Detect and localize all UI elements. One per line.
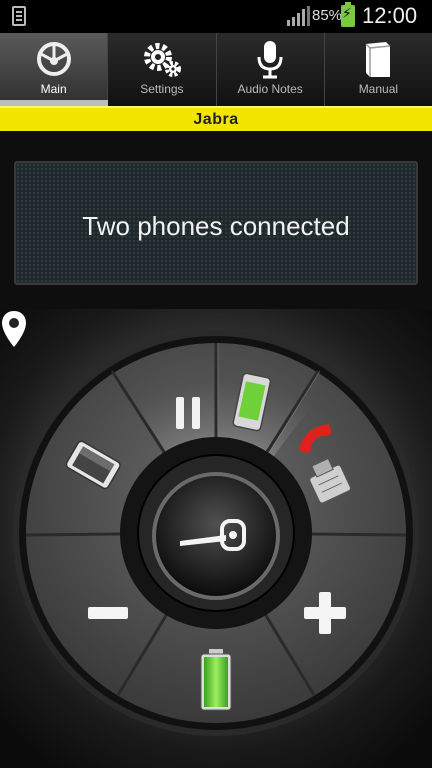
battery-percent: 85% bbox=[312, 7, 343, 24]
status-bar: 85% 12:00 bbox=[0, 0, 432, 33]
location-icon[interactable] bbox=[0, 309, 28, 349]
headset-button[interactable] bbox=[152, 472, 280, 600]
tab-main-label: Main bbox=[40, 82, 67, 96]
clock: 12:00 bbox=[362, 3, 418, 28]
tab-audio-notes-label: Audio Notes bbox=[237, 82, 303, 96]
jabra-logo: Jabra bbox=[193, 111, 239, 128]
headset-battery-icon bbox=[200, 649, 232, 711]
gears-icon bbox=[143, 43, 181, 77]
tab-settings[interactable]: Settings bbox=[108, 33, 217, 106]
tab-main[interactable]: Main bbox=[0, 33, 109, 106]
dashboard-icon bbox=[36, 42, 71, 76]
microphone-icon bbox=[257, 41, 283, 79]
tab-manual-label: Manual bbox=[358, 82, 399, 96]
status-panel: Two phones connected bbox=[14, 161, 418, 285]
book-icon bbox=[365, 42, 391, 77]
tab-settings-label: Settings bbox=[140, 82, 184, 96]
connection-status: Two phones connected bbox=[82, 211, 350, 241]
volume-down-icon[interactable] bbox=[88, 607, 128, 619]
tab-audio-notes[interactable]: Audio Notes bbox=[217, 33, 325, 106]
signal-icon bbox=[287, 6, 310, 26]
control-area bbox=[0, 309, 432, 768]
tab-manual[interactable]: Manual bbox=[325, 33, 432, 106]
tab-bar: Main Settings Audio Notes Manual bbox=[0, 33, 432, 106]
storage-icon bbox=[12, 6, 26, 26]
battery-charging-icon bbox=[341, 2, 355, 27]
status-area: Two phones connected bbox=[0, 131, 432, 309]
brand-bar: Jabra bbox=[0, 106, 432, 131]
control-wheel bbox=[13, 330, 419, 736]
